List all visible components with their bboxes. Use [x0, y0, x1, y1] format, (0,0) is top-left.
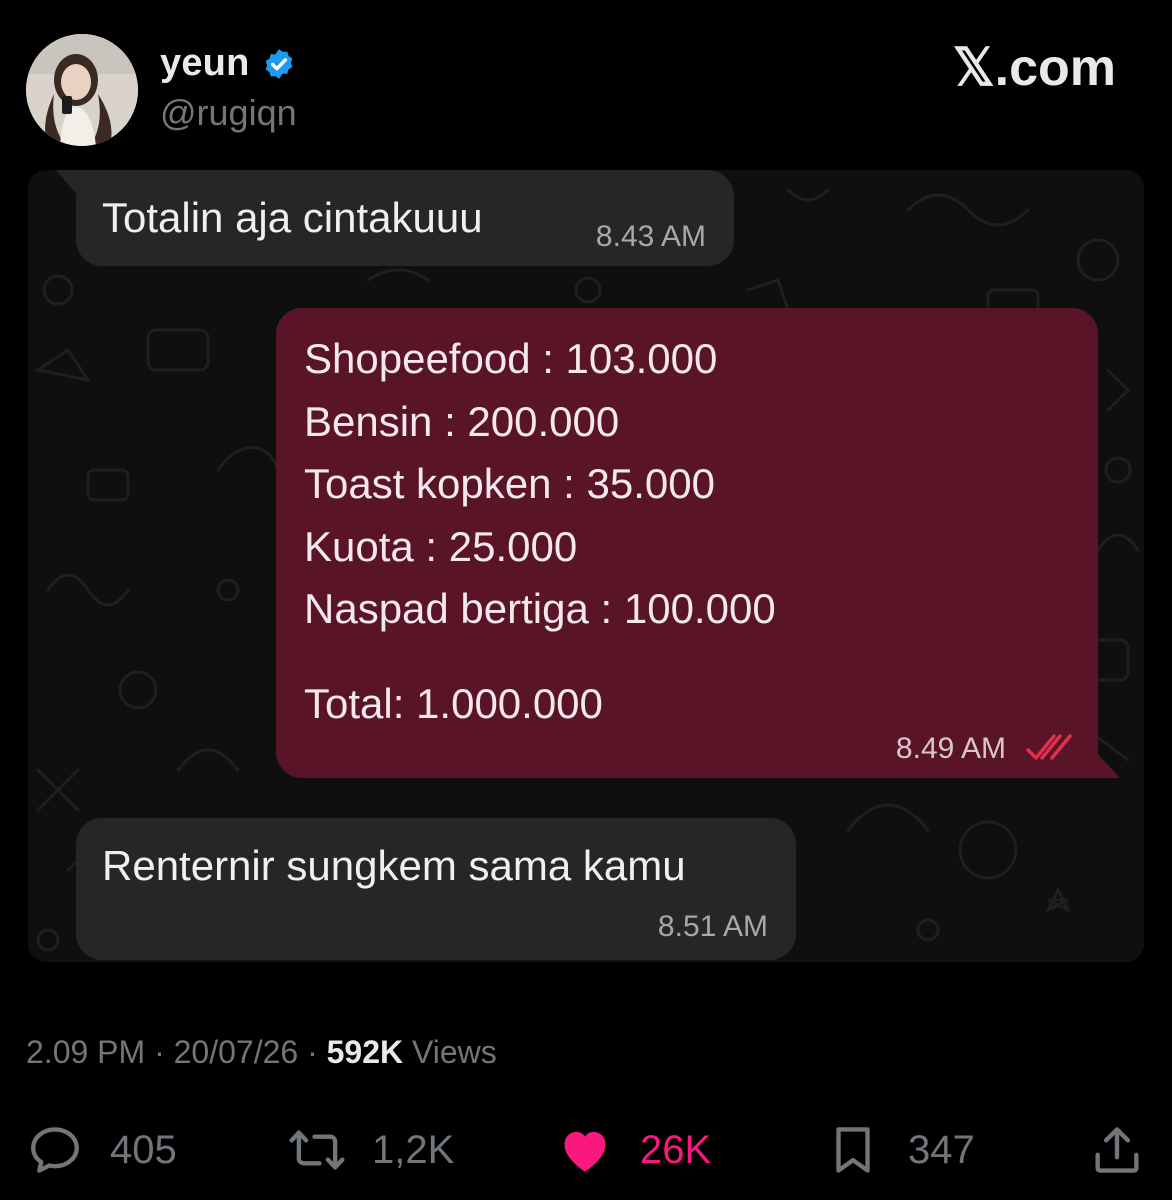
separator: · — [145, 1034, 174, 1070]
separator: · — [298, 1034, 327, 1070]
expense-line: Toast kopken : 35.000 — [304, 460, 715, 507]
expense-line: Kuota : 25.000 — [304, 522, 578, 570]
message-time: 8.51 AM — [657, 910, 768, 943]
verified-badge-icon — [265, 48, 292, 79]
like-count: 26K — [640, 1127, 712, 1172]
message-time: 8.49 AM — [895, 732, 1006, 765]
avatar[interactable] — [26, 34, 138, 146]
share-button[interactable] — [1088, 1110, 1146, 1190]
expense-list: Shopeefood : 103.000 Bensin : 200.000 To… — [304, 328, 776, 641]
post-time[interactable]: 2.09 PM — [26, 1034, 145, 1070]
message-time: 8.43 AM — [595, 220, 706, 253]
outgoing-message[interactable]: Shopeefood : 103.000 Bensin : 200.000 To… — [276, 308, 1120, 778]
chat-screenshot: Totalin aja cintakuuu 8.43 AM Shopeefood… — [28, 170, 1144, 962]
share-icon — [1095, 1127, 1139, 1173]
reply-button[interactable]: 405 — [26, 1110, 177, 1190]
bubble-tail — [1096, 752, 1120, 778]
bubble-tail — [56, 170, 78, 196]
message-text: Totalin aja cintakuuu — [102, 194, 483, 241]
x-com-logo: 𝕏.com — [952, 39, 1116, 97]
reply-icon — [31, 1127, 79, 1173]
repost-icon — [289, 1130, 345, 1170]
name-row: yeun — [160, 42, 296, 85]
repost-button[interactable]: 1,2K — [288, 1110, 454, 1190]
bookmark-count: 347 — [908, 1127, 975, 1172]
like-button[interactable]: 26K — [556, 1110, 711, 1190]
reply-count: 405 — [110, 1127, 177, 1172]
expense-line: Shopeefood : 103.000 — [304, 335, 718, 382]
incoming-message[interactable]: Totalin aja cintakuuu 8.43 AM — [56, 170, 734, 266]
bookmark-icon — [836, 1127, 870, 1173]
message-text: Renternir sungkem sama kamu — [102, 842, 686, 889]
incoming-message[interactable]: Renternir sungkem sama kamu 8.51 AM — [76, 818, 796, 960]
bookmark-button[interactable]: 347 — [824, 1110, 975, 1190]
display-name[interactable]: yeun — [160, 42, 250, 85]
expense-line: Bensin : 200.000 — [304, 397, 620, 445]
tweet-header: yeun @rugiqn 𝕏.com — [0, 0, 1172, 160]
action-bar: 405 1,2K 26K 347 — [0, 1110, 1172, 1190]
views-label: Views — [403, 1034, 497, 1070]
expense-total: Total: 1.000.000 — [304, 680, 603, 727]
tweet-meta: 2.09 PM · 20/07/26 · 592K Views — [26, 1034, 497, 1071]
user-handle[interactable]: @rugiqn — [160, 92, 297, 134]
repost-count: 1,2K — [372, 1127, 455, 1172]
view-count: 592K — [326, 1034, 404, 1070]
read-receipt-icon — [1026, 734, 1072, 760]
post-date[interactable]: 20/07/26 — [174, 1034, 299, 1070]
heart-icon — [564, 1131, 606, 1172]
expense-line: Naspad bertiga : 100.000 — [304, 585, 776, 632]
